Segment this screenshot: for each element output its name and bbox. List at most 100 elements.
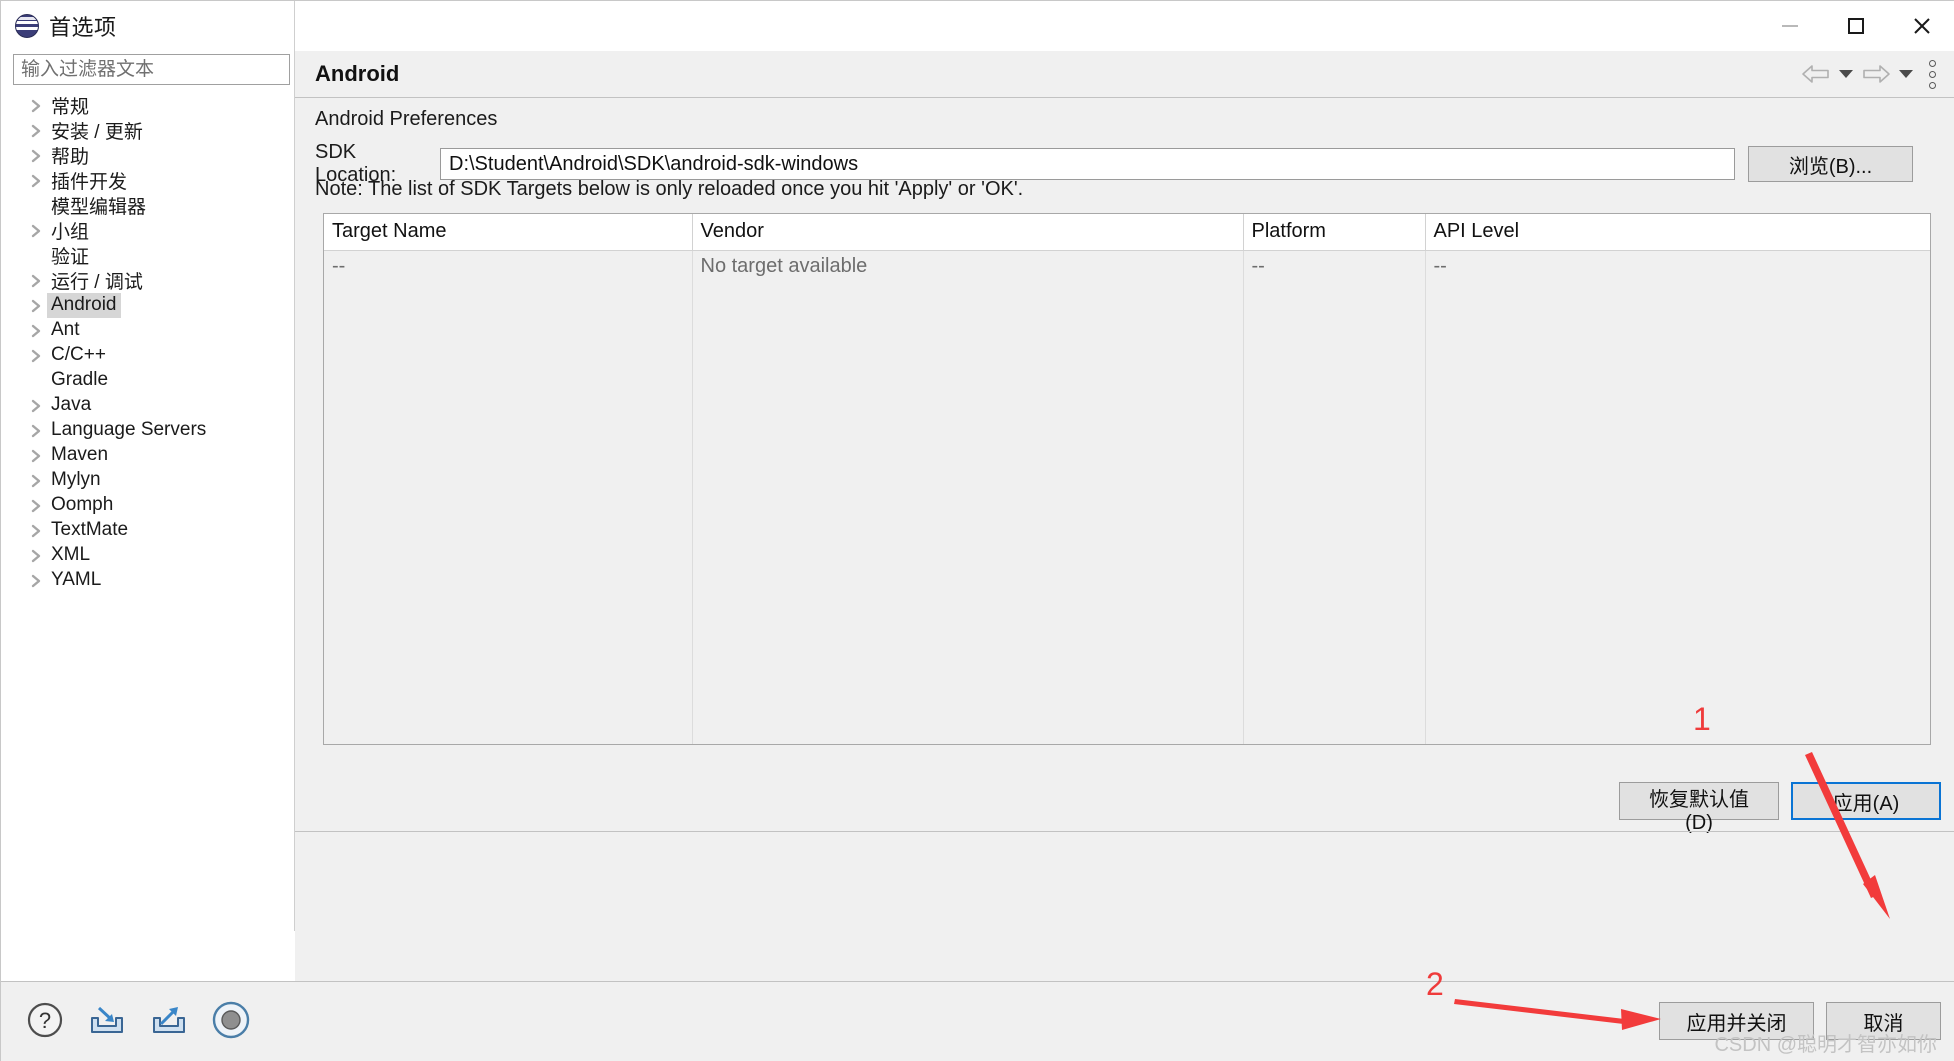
sidebar-item-label: Mylyn xyxy=(51,469,101,490)
table-row[interactable]: -- No target available -- -- xyxy=(324,250,1930,283)
export-icon[interactable] xyxy=(147,998,191,1042)
column-header[interactable]: API Level xyxy=(1425,214,1930,251)
sidebar-item-[interactable]: 插件开发 xyxy=(11,168,294,193)
cell-target-name: -- xyxy=(324,250,693,283)
sidebar-item-[interactable]: 模型编辑器 xyxy=(11,193,294,218)
table-header-row: Target Name Vendor Platform API Level xyxy=(324,214,1930,251)
chevron-right-icon[interactable] xyxy=(25,118,47,143)
sidebar-item-gradle[interactable]: Gradle xyxy=(11,368,294,393)
sdk-location-input[interactable] xyxy=(440,148,1735,180)
page-nav-toolbar xyxy=(1799,54,1954,94)
back-arrow-icon[interactable] xyxy=(1799,59,1833,89)
chevron-right-icon[interactable] xyxy=(25,418,47,443)
sidebar-item-android[interactable]: Android xyxy=(11,293,294,318)
sidebar-item-label: C/C++ xyxy=(51,344,106,365)
page-header: Android xyxy=(295,51,1954,98)
sidebar-item-label: TextMate xyxy=(51,519,129,540)
chevron-right-icon[interactable] xyxy=(25,268,47,293)
column-header[interactable]: Vendor xyxy=(692,214,1244,251)
sidebar-item-label: 运行 / 调试 xyxy=(51,271,143,293)
chevron-right-icon[interactable] xyxy=(25,168,47,193)
title-bar-left: 首选项 xyxy=(1,10,1757,42)
sidebar-item-maven[interactable]: Maven xyxy=(11,443,294,468)
sidebar-item-label: Maven xyxy=(51,444,109,465)
sidebar-item-mylyn[interactable]: Mylyn xyxy=(11,468,294,493)
column-divider xyxy=(1243,251,1244,744)
sidebar-item-[interactable]: 帮助 xyxy=(11,143,294,168)
sidebar-item-[interactable]: 运行 / 调试 xyxy=(11,268,294,293)
browse-button[interactable]: 浏览(B)... xyxy=(1748,146,1913,182)
preferences-dialog: 首选项 常规安装 / 更新帮助插件开发模型编辑器小组验证运行 / 调试Andro… xyxy=(0,0,1954,1061)
sidebar-item-yaml[interactable]: YAML xyxy=(11,568,294,593)
cell-platform: -- xyxy=(1243,250,1426,283)
eclipse-globe-icon xyxy=(15,14,39,38)
sidebar-item-label: YAML xyxy=(51,569,102,590)
sidebar-item-java[interactable]: Java xyxy=(11,393,294,418)
sidebar-item-textmate[interactable]: TextMate xyxy=(11,518,294,543)
dialog-footer: ? 应用并关闭 取消 CSDN @聪明才智亦如你 xyxy=(1,981,1954,1061)
sdk-note-text: Note: The list of SDK Targets below is o… xyxy=(315,178,1024,200)
window-controls xyxy=(1757,1,1954,51)
preferences-sidebar: 常规安装 / 更新帮助插件开发模型编辑器小组验证运行 / 调试AndroidAn… xyxy=(11,51,294,981)
sidebar-item-ant[interactable]: Ant xyxy=(11,318,294,343)
sidebar-item-label: Java xyxy=(51,394,92,415)
close-button[interactable] xyxy=(1889,1,1954,51)
sidebar-item-[interactable]: 验证 xyxy=(11,243,294,268)
column-header[interactable]: Target Name xyxy=(324,214,693,251)
forward-history-chevron-down-icon[interactable] xyxy=(1897,59,1915,89)
svg-text:?: ? xyxy=(39,1008,51,1033)
maximize-button[interactable] xyxy=(1823,1,1889,51)
help-icon[interactable]: ? xyxy=(23,998,67,1042)
cell-api-level: -- xyxy=(1425,250,1930,283)
chevron-right-icon[interactable] xyxy=(25,443,47,468)
chevron-right-icon[interactable] xyxy=(25,143,47,168)
sidebar-item-[interactable]: 常规 xyxy=(11,93,294,118)
column-divider xyxy=(692,251,693,744)
content-bottom-divider xyxy=(295,831,1954,832)
preferences-tree[interactable]: 常规 安装 / 更新 帮助 插件开发 模型编辑器 小组 验证运行 / 调试 Android An… xyxy=(11,93,294,783)
restore-defaults-button[interactable]: 恢复默认值(D) xyxy=(1619,782,1779,834)
sidebar-item-language-servers[interactable]: Language Servers xyxy=(11,418,294,443)
section-label: Android Preferences xyxy=(315,108,498,130)
apply-button-row: 恢复默认值(D) 应用(A) xyxy=(295,771,1954,834)
import-icon[interactable] xyxy=(85,998,129,1042)
sidebar-item-[interactable]: 安装 / 更新 xyxy=(11,118,294,143)
sidebar-item-[interactable]: 小组 xyxy=(11,218,294,243)
chevron-right-icon[interactable] xyxy=(25,568,47,593)
column-header[interactable]: Platform xyxy=(1243,214,1426,251)
chevron-right-icon[interactable] xyxy=(25,318,47,343)
chevron-right-icon[interactable] xyxy=(25,468,47,493)
sidebar-item-label: Android xyxy=(47,293,121,318)
apply-button[interactable]: 应用(A) xyxy=(1791,782,1941,820)
minimize-button[interactable] xyxy=(1757,1,1823,51)
apply-and-close-button[interactable]: 应用并关闭 xyxy=(1659,1002,1814,1040)
cancel-button[interactable]: 取消 xyxy=(1826,1002,1941,1040)
sidebar-item-label: XML xyxy=(51,544,91,565)
chevron-right-icon[interactable] xyxy=(25,393,47,418)
chevron-right-icon[interactable] xyxy=(25,218,47,243)
footer-icon-bar: ? xyxy=(23,998,253,1042)
sidebar-item-c-c[interactable]: C/C++ xyxy=(11,343,294,368)
sdk-targets-table[interactable]: Target Name Vendor Platform API Level -- No … xyxy=(323,213,1931,745)
footer-button-group: 应用并关闭 取消 xyxy=(1659,1002,1941,1040)
back-history-chevron-down-icon[interactable] xyxy=(1837,59,1855,89)
preferences-content: Android Android Preferences SDK Location… xyxy=(295,51,1954,981)
chevron-right-icon[interactable] xyxy=(25,343,47,368)
sidebar-item-label: Language Servers xyxy=(51,419,207,440)
sidebar-item-label: Oomph xyxy=(51,494,114,515)
record-icon[interactable] xyxy=(209,998,253,1042)
chevron-right-icon[interactable] xyxy=(25,493,47,518)
chevron-right-icon[interactable] xyxy=(25,293,47,318)
kebab-menu-icon[interactable] xyxy=(1919,54,1945,94)
sidebar-item-oomph[interactable]: Oomph xyxy=(11,493,294,518)
chevron-right-icon[interactable] xyxy=(25,518,47,543)
sidebar-item-label: Gradle xyxy=(51,369,109,390)
sidebar-item-xml[interactable]: XML xyxy=(11,543,294,568)
chevron-right-icon[interactable] xyxy=(25,543,47,568)
window-title: 首选项 xyxy=(49,15,117,40)
filter-input[interactable] xyxy=(13,54,290,85)
table-body[interactable]: -- No target available -- -- xyxy=(324,250,1930,283)
chevron-right-icon[interactable] xyxy=(25,93,47,118)
forward-arrow-icon[interactable] xyxy=(1859,59,1893,89)
column-divider xyxy=(1425,251,1426,744)
